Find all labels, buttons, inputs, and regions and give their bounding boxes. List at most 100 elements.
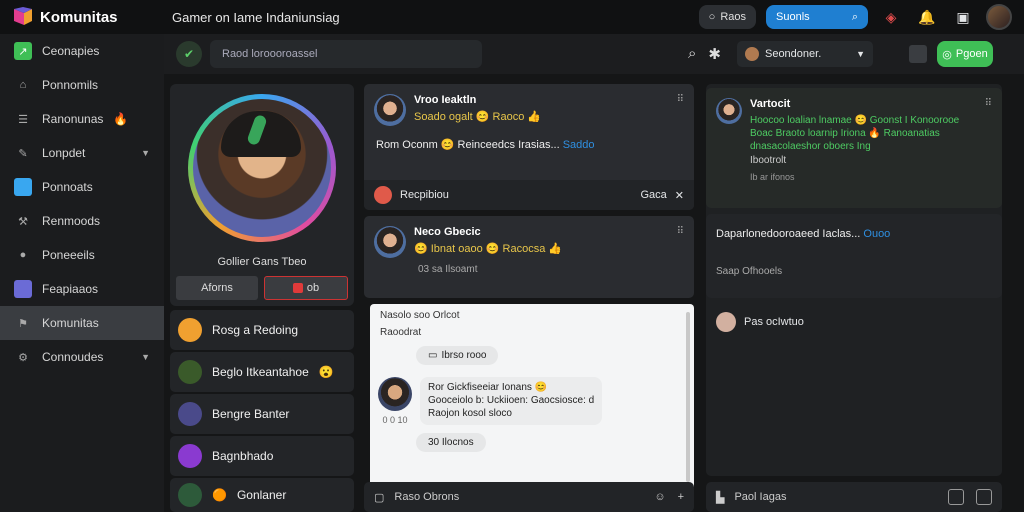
footer-right-label[interactable]: Gaca: [640, 189, 666, 201]
post-tag[interactable]: Saddo: [563, 139, 595, 151]
post-user[interactable]: Vartocit: [750, 98, 970, 110]
post-text: Daparlonedooroaeed Iaclas...: [716, 228, 861, 240]
top-search-label: Suonls: [776, 11, 810, 23]
profile-record-button[interactable]: ob: [264, 276, 348, 300]
lobby-label: Beglo Itkeantahoe: [212, 365, 309, 379]
sidebar-item-2[interactable]: ☰ Ranonunas 🔥: [0, 102, 164, 136]
emoji-icon[interactable]: ☺: [654, 491, 665, 503]
status-pill-label: Raos: [720, 11, 746, 23]
sidebar-item-1[interactable]: ⌂ Ponnomils: [0, 68, 164, 102]
lobby-item-1[interactable]: Beglo Itkeantahoe 😮: [170, 352, 354, 392]
window-title: Gamer on Iame Indaniunsiag: [172, 9, 340, 25]
sidebar-item-8[interactable]: ⚑ Komunitas: [0, 306, 164, 340]
status-pill[interactable]: ○ Raos: [698, 5, 756, 29]
member-item[interactable]: Pas ocIwtuo: [716, 312, 804, 332]
app-brand[interactable]: Komunitas: [0, 7, 164, 27]
more-icon[interactable]: ⠿: [677, 94, 684, 105]
lobby-item-3[interactable]: Bagnbhado: [170, 436, 354, 476]
top-search-button[interactable]: Suonls ⌕: [766, 5, 868, 29]
post-user[interactable]: Vroo Ieaktln: [414, 94, 541, 106]
post-user[interactable]: Neco Gbecic: [414, 226, 562, 238]
post-tag[interactable]: Ouoo: [863, 228, 890, 240]
profile-name: Gollier Gans Tbeo: [217, 256, 307, 268]
avatar[interactable]: [374, 94, 406, 126]
info-icon: ●: [19, 249, 27, 261]
gallery-icon: [14, 178, 32, 196]
attach-icon[interactable]: +: [678, 491, 684, 503]
thread-title: Nasolo soo Orlcot: [380, 310, 460, 321]
chevron-down-icon[interactable]: ▼: [141, 148, 150, 158]
lobby-avatar: [178, 318, 202, 342]
sidebar-item-label: Lonpdet: [42, 146, 86, 160]
gif-icon[interactable]: [948, 489, 964, 505]
sidebar-item-label: Connoudes: [42, 350, 104, 364]
check-icon[interactable]: ✔: [176, 41, 202, 67]
lobby-item-0[interactable]: Rosg a Redoing: [170, 310, 354, 350]
sidebar-item-label: Ponnoats: [42, 180, 93, 194]
thread-button[interactable]: ▭ Ibrso rooo: [416, 346, 499, 365]
sidebar-item-3[interactable]: ✎ Lonpdet ▼: [0, 136, 164, 170]
notification-icon[interactable]: ◈: [878, 4, 904, 30]
sidebar-item-6[interactable]: ● Poneeeils: [0, 238, 164, 272]
thread-button-label: Ibrso rooo: [441, 350, 487, 361]
fire-icon: 🔥: [113, 112, 129, 126]
user-avatar[interactable]: [986, 4, 1012, 30]
sidebar-item-5[interactable]: ⚒ Renmoods: [0, 204, 164, 238]
lobby-item-4[interactable]: 🟠 Gonlaner: [170, 478, 354, 512]
search-input[interactable]: Raod loroooroassel: [210, 40, 482, 68]
chat-icon: ▢: [374, 491, 385, 504]
chevron-down-icon: ▼: [856, 49, 865, 59]
post-subtitle: 😊 Ibnat oaoo 😊 Racocsa 👍: [414, 243, 563, 255]
search-icon[interactable]: ⌕: [688, 45, 696, 63]
server-select[interactable]: Seondoner. ▼: [736, 41, 873, 67]
lobby-emoji: 🟠: [212, 488, 227, 502]
quote-line: Gooceiolo b: Uckiioen: Gaocsiosce: d: [428, 395, 595, 406]
quote-line: Raojon kosol sloco: [428, 408, 512, 419]
chevron-down-icon[interactable]: ▼: [141, 352, 150, 362]
stack-icon: [14, 280, 32, 298]
thread-button[interactable]: 30 Ilocnos: [416, 433, 486, 452]
mod-icon: ⚒: [18, 215, 28, 228]
chat-icon: ▭: [428, 350, 438, 361]
sidebar-item-9[interactable]: ⚙ Connoudes ▼: [0, 340, 164, 374]
close-icon[interactable]: ✕: [675, 189, 684, 202]
post-meta: Ib ar ifonos: [750, 172, 795, 182]
profile-avatar[interactable]: [188, 94, 336, 242]
avatar: [744, 47, 759, 61]
post-card: Neco Gbecic 😊 Ibnat oaoo 😊 Racocsa 👍 ⠿ 0…: [364, 216, 694, 298]
community-icon: ⚑: [18, 317, 28, 330]
record-icon[interactable]: [374, 186, 392, 204]
primary-action-label: Pgoen: [955, 48, 988, 60]
sidebar-item-label: Ranonunas: [42, 112, 104, 126]
avatar[interactable]: [716, 98, 742, 124]
asterisk-icon[interactable]: ✱: [708, 45, 721, 63]
scrollbar[interactable]: [686, 312, 690, 482]
message-input[interactable]: ▢ Raso Obrons ☺ +: [364, 482, 694, 512]
avatar[interactable]: [374, 226, 406, 258]
sidebar-item-label: Ceonapies: [42, 44, 100, 58]
avatar[interactable]: [378, 377, 412, 411]
sidebar-item-0[interactable]: ↗ Ceonapies: [0, 34, 164, 68]
more-icon[interactable]: ⠿: [985, 98, 992, 109]
settings-icon: ⚙: [18, 351, 28, 364]
sub-toolbar: ✔ Raod loroooroassel ⌕ ✱ Seondoner. ▼ ◎ …: [164, 34, 1024, 74]
lobby-item-2[interactable]: Bengre Banter: [170, 394, 354, 434]
lobby-label: Gonlaner: [236, 488, 287, 502]
image-icon: ▙: [716, 491, 725, 504]
reply-input[interactable]: ▙ Paol Iagas: [706, 482, 1002, 512]
sidebar-item-7[interactable]: Feapiaaos: [0, 272, 164, 306]
square-icon[interactable]: [908, 45, 927, 63]
sidebar-item-4[interactable]: Ponnoats: [0, 170, 164, 204]
bell-icon[interactable]: 🔔: [914, 4, 940, 30]
profile-action-button[interactable]: Aforns: [176, 276, 258, 300]
primary-action-button[interactable]: ◎ Pgoen: [936, 41, 993, 67]
list-icon: ☰: [18, 113, 28, 126]
right-panel: Vartocit Hoocoo loalian lnamae 😊 Goonst …: [706, 84, 1002, 476]
inbox-icon[interactable]: ▣: [950, 4, 976, 30]
sidebar: ↗ Ceonapies ⌂ Ponnomils ☰ Ranonunas 🔥 ✎ Lonpd…: [0, 34, 164, 512]
post-card: Daparlonedooroaeed Iaclas... Ouoo Saap O…: [706, 214, 1002, 298]
sidebar-item-label: Feapiaaos: [42, 282, 99, 296]
send-icon[interactable]: [976, 489, 992, 505]
more-icon[interactable]: ⠿: [677, 226, 684, 237]
sidebar-item-label: Ponnomils: [42, 78, 99, 92]
